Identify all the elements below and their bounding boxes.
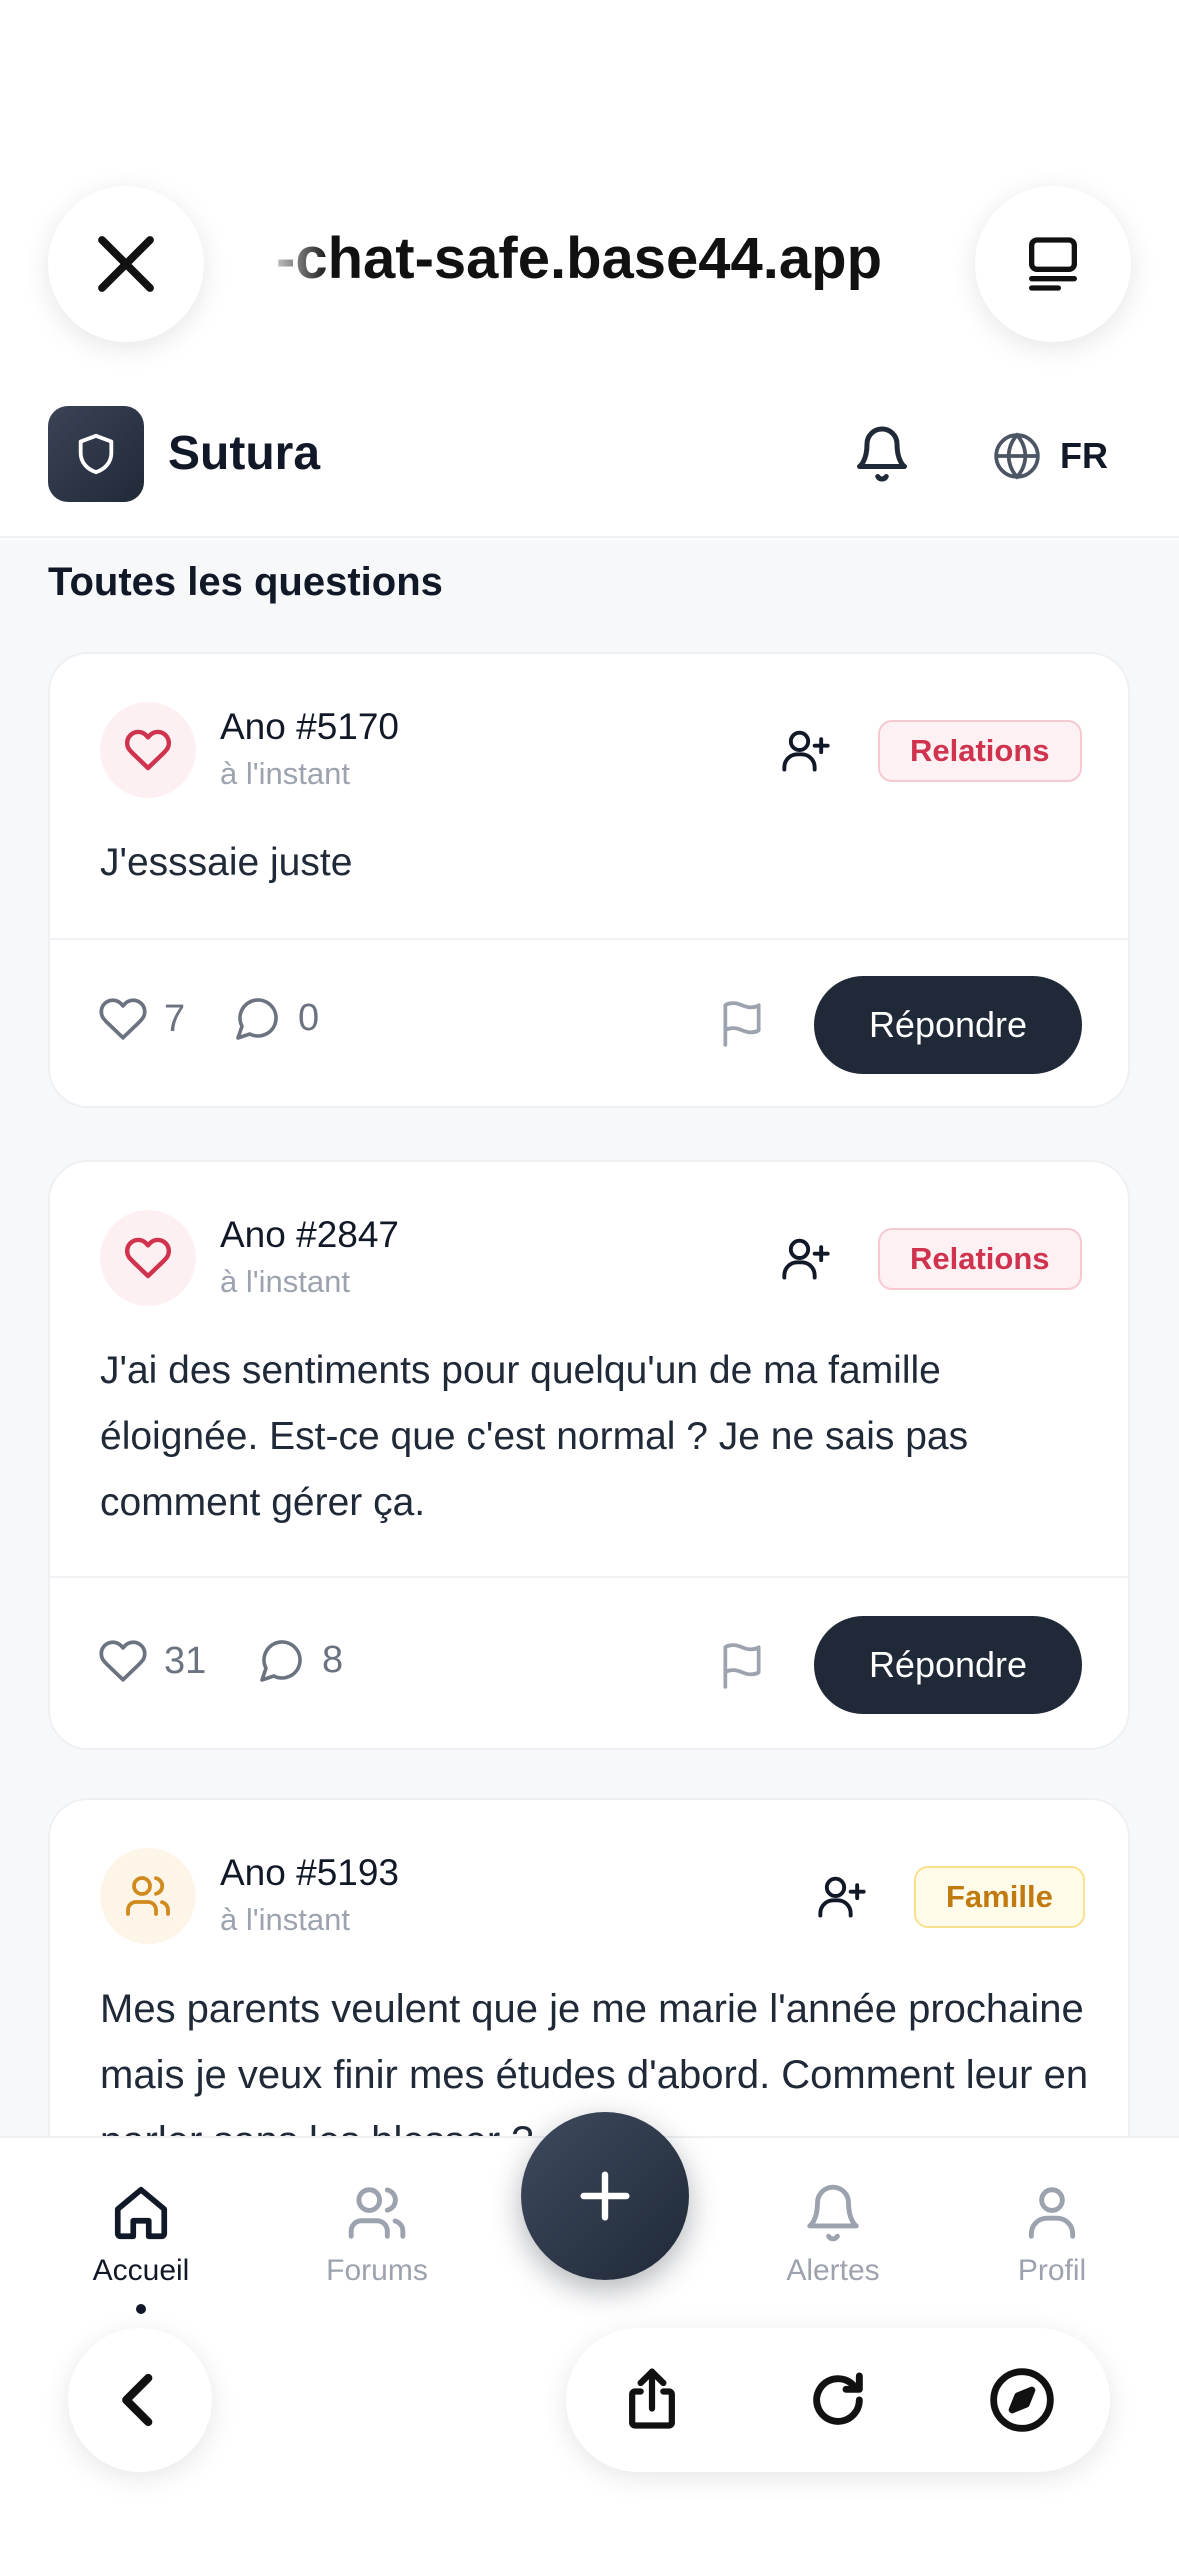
nav-item-profil[interactable]: Profil (952, 2182, 1152, 2288)
compass-icon (990, 2368, 1054, 2432)
heart-outline-icon (99, 1640, 147, 1682)
like-button[interactable]: 31 (98, 1636, 206, 1686)
report-button[interactable] (712, 1636, 772, 1696)
avatar (100, 702, 196, 798)
heart-icon (124, 729, 171, 771)
user-plus-icon (782, 1238, 830, 1280)
browser-toolbar (566, 2328, 1110, 2472)
card-divider (50, 1576, 1128, 1578)
like-count: 31 (164, 1639, 207, 1682)
bell-icon (857, 426, 907, 482)
language-selector[interactable]: FR (992, 428, 1108, 484)
tabs-icon (1029, 237, 1077, 291)
section-title: Toutes les questions (48, 560, 443, 604)
question-card: Ano #5193 à l'instant Famille Mes parent… (48, 1798, 1130, 2136)
user-plus-icon (818, 1876, 866, 1918)
like-count: 7 (164, 997, 186, 1040)
shield-icon (78, 433, 114, 475)
follow-user-button[interactable] (776, 1228, 836, 1288)
heart-icon (124, 1237, 171, 1279)
like-button[interactable]: 7 (98, 994, 185, 1044)
share-button[interactable] (616, 2364, 688, 2436)
compass-button[interactable] (986, 2364, 1058, 2436)
category-tag[interactable]: Famille (914, 1866, 1085, 1928)
avatar (100, 1210, 196, 1306)
nav-label: Accueil (92, 2254, 190, 2287)
user-icon (1028, 2187, 1076, 2239)
avatar (100, 1848, 196, 1944)
app-header: Sutura FR (0, 380, 1179, 538)
post-time: à l'instant (220, 1264, 350, 1299)
category-tag[interactable]: Relations (878, 1228, 1082, 1290)
post-author: Ano #2847 (220, 1214, 400, 1255)
reload-icon (813, 2372, 863, 2425)
category-tag[interactable]: Relations (878, 720, 1082, 782)
home-icon (114, 2186, 168, 2240)
url-fade-overlay (240, 210, 330, 310)
post-time: à l'instant (220, 756, 350, 791)
comment-icon (236, 998, 278, 1040)
plus-icon (580, 2171, 630, 2221)
comment-count: 8 (322, 1638, 344, 1681)
nav-item-accueil[interactable]: Accueil (41, 2182, 241, 2314)
users-icon (348, 2187, 406, 2239)
report-button[interactable] (712, 994, 772, 1054)
browser-back-button[interactable] (68, 2328, 212, 2472)
flag-icon (723, 1001, 761, 1047)
browser-top-bar: -chat-safe.base44.app (0, 0, 1179, 380)
nav-label: Profil (1017, 2254, 1087, 2287)
nav-item-alertes[interactable]: Alertes (733, 2182, 933, 2288)
notifications-button[interactable] (850, 422, 914, 486)
post-time: à l'instant (220, 1902, 350, 1937)
heart-outline-icon (99, 998, 147, 1040)
follow-user-button[interactable] (776, 720, 836, 780)
post-content: J'ai des sentiments pour quelqu'un de ma… (100, 1349, 969, 1524)
post-content: J'esssaie juste (100, 841, 353, 884)
nav-item-forums[interactable]: Forums (277, 2182, 477, 2288)
nav-label: Forums (326, 2254, 428, 2287)
reply-button[interactable]: Répondre (814, 976, 1082, 1074)
close-tab-button[interactable] (48, 186, 204, 342)
chevron-left-icon (122, 2373, 153, 2427)
tabs-overview-button[interactable] (975, 186, 1131, 342)
active-indicator (136, 2304, 146, 2314)
app-logo[interactable] (48, 406, 144, 502)
questions-feed[interactable]: Toutes les questions Ano #5170 à l'insta… (0, 540, 1179, 2136)
comment-button[interactable]: 8 (258, 1636, 343, 1684)
user-plus-icon (782, 730, 830, 772)
url-bar-text[interactable]: -chat-safe.base44.app (276, 224, 956, 294)
flag-icon (723, 1643, 761, 1689)
family-icon (126, 1876, 170, 1916)
question-card: Ano #5170 à l'instant Relations J'esssai… (48, 652, 1130, 1108)
comment-button[interactable]: 0 (234, 994, 319, 1042)
bell-icon (807, 2184, 859, 2242)
reply-button[interactable]: Répondre (814, 1616, 1082, 1714)
language-label: FR (1060, 435, 1108, 476)
new-question-button[interactable] (521, 2112, 689, 2280)
comment-count: 0 (298, 996, 320, 1039)
globe-icon (994, 432, 1040, 480)
question-card: Ano #2847 à l'instant Relations J'ai des… (48, 1160, 1130, 1750)
comment-icon (260, 1640, 302, 1682)
close-icon (98, 236, 154, 292)
brand-name: Sutura (168, 427, 321, 480)
share-icon (629, 2368, 675, 2429)
post-author: Ano #5193 (220, 1852, 400, 1893)
follow-user-button[interactable] (812, 1866, 872, 1926)
post-author: Ano #5170 (220, 706, 400, 747)
card-divider (50, 938, 1128, 940)
reload-button[interactable] (802, 2364, 874, 2436)
nav-label: Alertes (786, 2254, 880, 2287)
